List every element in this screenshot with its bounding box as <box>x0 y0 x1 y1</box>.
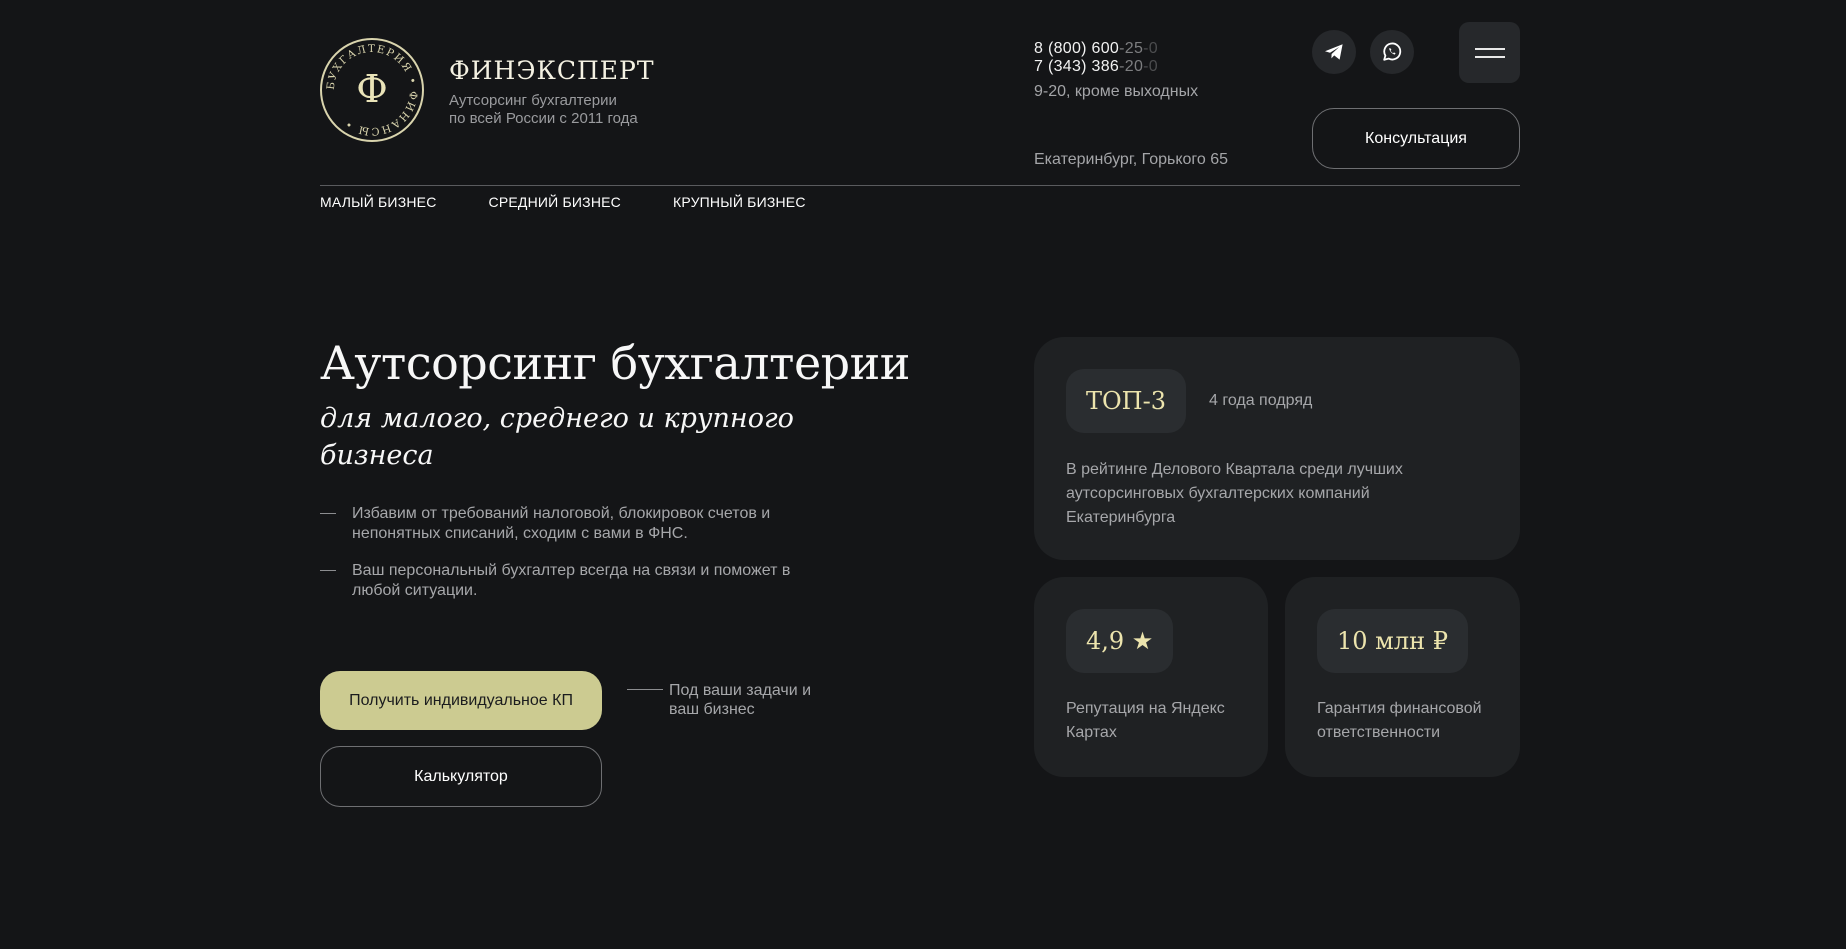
consultation-button[interactable]: Консультация <box>1312 108 1520 169</box>
top3-text: В рейтинге Делового Квартала среди лучши… <box>1066 461 1403 526</box>
brand-tagline: Аутсорсинг бухгалтерии по всей России с … <box>449 92 669 128</box>
working-hours: 9-20, кроме выходных <box>1034 83 1199 100</box>
whatsapp-button[interactable] <box>1370 30 1414 74</box>
guarantee-text: Гарантия финансовой ответственности <box>1317 700 1482 741</box>
calculator-button[interactable]: Калькулятор <box>320 746 602 807</box>
guarantee-badge: 10 млн ₽ <box>1317 609 1468 673</box>
benefit-item: Избавим от требований налоговой, блокиро… <box>320 504 820 544</box>
top3-badge: ТОП-3 <box>1066 369 1186 433</box>
hero-subtitle: для малого, среднего и крупного бизнеса <box>320 403 794 471</box>
brand-name: ФИНЭКСПЕРТ <box>449 56 655 85</box>
telegram-button[interactable] <box>1312 30 1356 74</box>
whatsapp-icon <box>1383 42 1402 61</box>
cta-note: Под ваши задачи и ваш бизнес <box>627 681 829 719</box>
nav-large-business[interactable]: КРУПНЫЙ БИЗНЕС <box>673 194 806 210</box>
phone-list: 8 (800) 600-25-0 7 (343) 386-20-0 <box>1034 40 1158 76</box>
rating-card: 4,9 ★ Репутация на Яндекс Картах <box>1034 577 1268 777</box>
header-divider <box>320 185 1520 186</box>
phone-343-main: 7 (343) 386 <box>1034 58 1120 75</box>
benefit-item: Ваш персональный бухгалтер всегда на свя… <box>320 561 820 601</box>
phone-800-tail: -25 <box>1119 40 1144 57</box>
cta-note-dash <box>627 689 663 690</box>
top3-card: ТОП-3 4 года подряд В рейтинге Делового … <box>1034 337 1520 560</box>
cta-note-text: Под ваши задачи и ваш бизнес <box>669 682 812 718</box>
menu-button[interactable] <box>1459 22 1520 83</box>
phone-800[interactable]: 8 (800) 600-25-0 <box>1034 40 1158 58</box>
hero-benefits: Избавим от требований налоговой, блокиро… <box>320 504 820 618</box>
nav-medium-business[interactable]: СРЕДНИЙ БИЗНЕС <box>489 194 621 210</box>
brand-tagline-line2: по всей России с 2011 года <box>449 110 638 127</box>
guarantee-card: 10 млн ₽ Гарантия финансовой ответственн… <box>1285 577 1520 777</box>
rating-text: Репутация на Яндекс Картах <box>1066 700 1225 741</box>
menu-icon-line-top <box>1474 47 1505 50</box>
office-address: Екатеринбург, Горького 65 <box>1034 151 1229 168</box>
logo[interactable]: БУХГАЛТЕРИЯ • ФИНАНСЫ • Ф <box>320 38 424 142</box>
business-nav: МАЛЫЙ БИЗНЕС СРЕДНИЙ БИЗНЕС КРУПНЫЙ БИЗН… <box>320 194 806 210</box>
phone-343-tail2: -0 <box>1143 58 1158 75</box>
top3-note: 4 года подряд <box>1209 392 1313 409</box>
menu-icon-line-bottom <box>1474 55 1505 58</box>
hero-title: Аутсорсинг бухгалтерии <box>320 336 910 390</box>
phone-343[interactable]: 7 (343) 386-20-0 <box>1034 58 1158 76</box>
phone-343-tail: -20 <box>1119 58 1144 75</box>
nav-small-business[interactable]: МАЛЫЙ БИЗНЕС <box>320 194 437 210</box>
logo-letter: Ф <box>356 67 388 111</box>
phone-800-tail2: -0 <box>1143 40 1158 57</box>
brand-tagline-line1: Аутсорсинг бухгалтерии <box>449 92 617 109</box>
telegram-icon <box>1325 44 1343 60</box>
logo-seal-svg: БУХГАЛТЕРИЯ • ФИНАНСЫ • Ф <box>325 43 418 137</box>
phone-800-main: 8 (800) 600 <box>1034 40 1120 57</box>
rating-badge: 4,9 ★ <box>1066 609 1174 673</box>
get-offer-button[interactable]: Получить индивидуальное КП <box>320 671 602 730</box>
